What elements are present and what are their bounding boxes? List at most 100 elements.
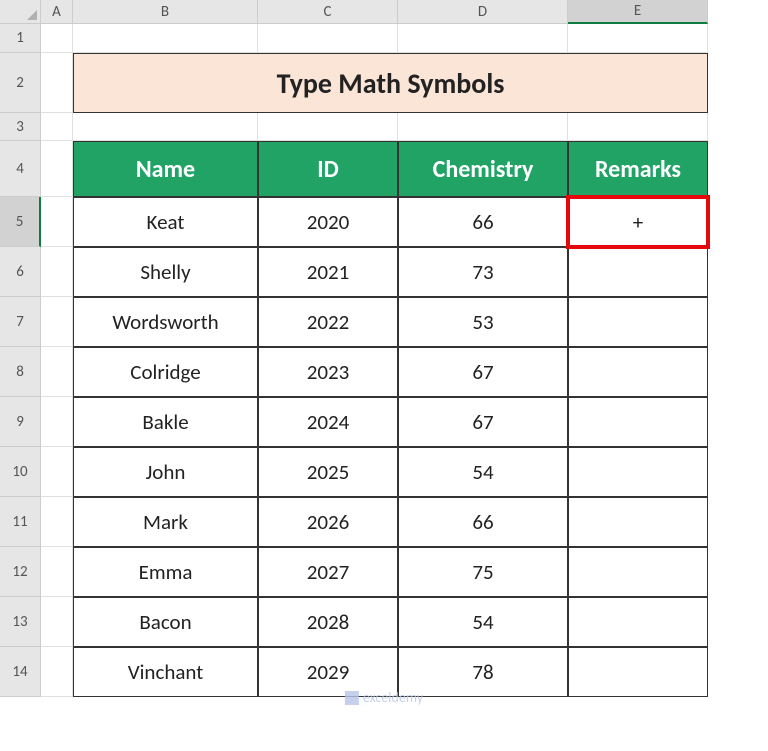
row-header-4[interactable]: 4: [0, 141, 41, 197]
cell-remarks-5[interactable]: +: [568, 197, 708, 247]
cell-id-11[interactable]: 2026: [258, 497, 398, 547]
cell-C1[interactable]: [258, 24, 398, 53]
cell-A1[interactable]: [41, 24, 73, 53]
cell-remarks-13[interactable]: [568, 597, 708, 647]
cell-B1[interactable]: [73, 24, 258, 53]
cell-id-5[interactable]: 2020: [258, 197, 398, 247]
cell-name-6[interactable]: Shelly: [73, 247, 258, 297]
cell-A7[interactable]: [41, 297, 73, 347]
cell-id-7[interactable]: 2022: [258, 297, 398, 347]
row-header-5[interactable]: 5: [0, 197, 41, 247]
cell-A12[interactable]: [41, 547, 73, 597]
header-chemistry[interactable]: Chemistry: [398, 141, 568, 197]
cell-A8[interactable]: [41, 347, 73, 397]
cell-remarks-10[interactable]: [568, 447, 708, 497]
cell-remarks-9[interactable]: [568, 397, 708, 447]
cell-id-9[interactable]: 2024: [258, 397, 398, 447]
row-header-3[interactable]: 3: [0, 113, 41, 141]
cell-name-12[interactable]: Emma: [73, 547, 258, 597]
row-5: Keat202066+: [41, 197, 708, 247]
row-header-11[interactable]: 11: [0, 497, 41, 547]
cell-C3[interactable]: [258, 113, 398, 141]
row-9: Bakle202467: [41, 397, 708, 447]
cell-id-6[interactable]: 2021: [258, 247, 398, 297]
cell-remarks-8[interactable]: [568, 347, 708, 397]
cell-name-10[interactable]: John: [73, 447, 258, 497]
cell-A11[interactable]: [41, 497, 73, 547]
spreadsheet: ABCDE 1234567891011121314 Type Math Symb…: [0, 0, 768, 751]
row-4: NameIDChemistryRemarks: [41, 141, 708, 197]
cell-A10[interactable]: [41, 447, 73, 497]
cell-remarks-6[interactable]: [568, 247, 708, 297]
cell-A6[interactable]: [41, 247, 73, 297]
cell-id-8[interactable]: 2023: [258, 347, 398, 397]
col-header-B[interactable]: B: [73, 0, 258, 24]
title-cell[interactable]: Type Math Symbols: [73, 53, 708, 113]
row-header-12[interactable]: 12: [0, 547, 41, 597]
col-header-C[interactable]: C: [258, 0, 398, 24]
cell-A2[interactable]: [41, 53, 73, 113]
cell-chemistry-13[interactable]: 54: [398, 597, 568, 647]
cell-A5[interactable]: [41, 197, 73, 247]
cell-A13[interactable]: [41, 597, 73, 647]
cell-A4[interactable]: [41, 141, 73, 197]
row-3: [41, 113, 708, 141]
cell-id-10[interactable]: 2025: [258, 447, 398, 497]
watermark-icon: [345, 691, 359, 705]
row-header-1[interactable]: 1: [0, 24, 41, 53]
row-header-13[interactable]: 13: [0, 597, 41, 647]
cell-A14[interactable]: [41, 647, 73, 697]
row-header-2[interactable]: 2: [0, 53, 41, 113]
cell-remarks-12[interactable]: [568, 547, 708, 597]
row-header-6[interactable]: 6: [0, 247, 41, 297]
col-header-A[interactable]: A: [41, 0, 73, 24]
row-1: [41, 24, 708, 53]
cell-E3[interactable]: [568, 113, 708, 141]
row-6: Shelly202173: [41, 247, 708, 297]
cell-name-11[interactable]: Mark: [73, 497, 258, 547]
row-header-7[interactable]: 7: [0, 297, 41, 347]
cell-name-9[interactable]: Bakle: [73, 397, 258, 447]
cell-remarks-11[interactable]: [568, 497, 708, 547]
cell-D3[interactable]: [398, 113, 568, 141]
watermark: exceldemy: [345, 689, 423, 706]
cell-D1[interactable]: [398, 24, 568, 53]
column-headers: ABCDE: [41, 0, 708, 24]
cell-chemistry-5[interactable]: 66: [398, 197, 568, 247]
row-2: Type Math Symbols: [41, 53, 708, 113]
cell-chemistry-10[interactable]: 54: [398, 447, 568, 497]
select-all-corner[interactable]: [0, 0, 41, 24]
cell-name-14[interactable]: Vinchant: [73, 647, 258, 697]
cell-chemistry-12[interactable]: 75: [398, 547, 568, 597]
watermark-text: exceldemy: [363, 689, 423, 706]
cell-id-12[interactable]: 2027: [258, 547, 398, 597]
cell-name-8[interactable]: Colridge: [73, 347, 258, 397]
cell-chemistry-6[interactable]: 73: [398, 247, 568, 297]
cell-name-13[interactable]: Bacon: [73, 597, 258, 647]
cell-A3[interactable]: [41, 113, 73, 141]
cell-id-13[interactable]: 2028: [258, 597, 398, 647]
col-header-D[interactable]: D: [398, 0, 568, 24]
cell-remarks-7[interactable]: [568, 297, 708, 347]
row-header-14[interactable]: 14: [0, 647, 41, 697]
header-id[interactable]: ID: [258, 141, 398, 197]
cell-chemistry-7[interactable]: 53: [398, 297, 568, 347]
cell-B3[interactable]: [73, 113, 258, 141]
header-remarks[interactable]: Remarks: [568, 141, 708, 197]
col-header-E[interactable]: E: [568, 0, 708, 24]
row-headers: 1234567891011121314: [0, 24, 41, 697]
row-header-8[interactable]: 8: [0, 347, 41, 397]
row-11: Mark202666: [41, 497, 708, 547]
cell-chemistry-9[interactable]: 67: [398, 397, 568, 447]
cell-chemistry-8[interactable]: 67: [398, 347, 568, 397]
cell-E1[interactable]: [568, 24, 708, 53]
cell-remarks-14[interactable]: [568, 647, 708, 697]
header-name[interactable]: Name: [73, 141, 258, 197]
cell-name-7[interactable]: Wordsworth: [73, 297, 258, 347]
cell-chemistry-11[interactable]: 66: [398, 497, 568, 547]
cell-A9[interactable]: [41, 397, 73, 447]
cell-name-5[interactable]: Keat: [73, 197, 258, 247]
row-header-10[interactable]: 10: [0, 447, 41, 497]
cell-chemistry-14[interactable]: 78: [398, 647, 568, 697]
row-header-9[interactable]: 9: [0, 397, 41, 447]
